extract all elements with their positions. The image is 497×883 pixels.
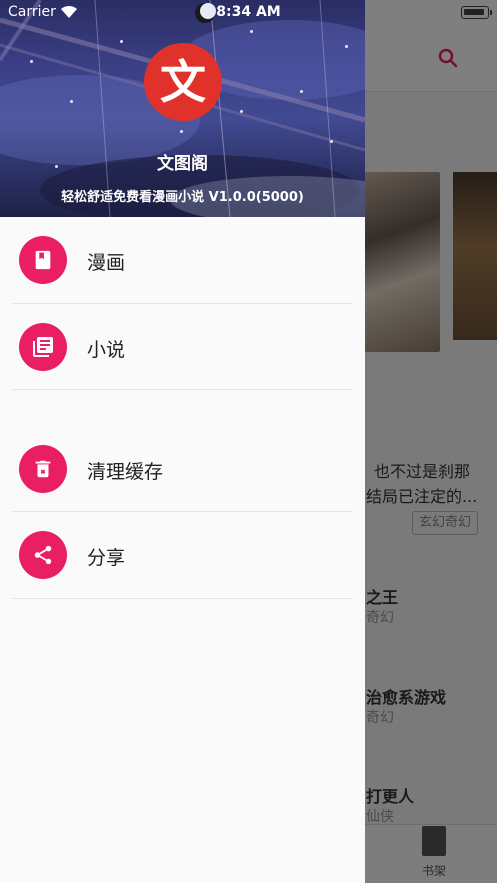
menu-item-clear-cache[interactable]: 清理缓存: [0, 426, 365, 512]
battery-tip: [490, 10, 492, 15]
app-logo: 文: [144, 43, 222, 121]
navigation-drawer: 文 文图阁 轻松舒适免费看漫画小说 V1.0.0(5000) 漫画 小说 清理缓…: [0, 0, 365, 883]
app-name: 文图阁: [157, 154, 208, 174]
battery-icon: [461, 6, 489, 19]
menu-item-label: 漫画: [87, 252, 126, 274]
menu-item-label: 小说: [87, 339, 126, 361]
divider: [12, 389, 353, 390]
delete-icon: [19, 445, 67, 493]
menu-item-label: 分享: [87, 547, 126, 569]
clock: 8:34 AM: [216, 4, 281, 20]
menu-item-label: 清理缓存: [87, 461, 164, 483]
drawer-header: 文 文图阁 轻松舒适免费看漫画小说 V1.0.0(5000): [0, 0, 365, 217]
app-version-description: 轻松舒适免费看漫画小说 V1.0.0(5000): [61, 190, 304, 205]
divider: [12, 598, 353, 599]
status-bar: Carrier 8:34 AM: [0, 0, 497, 24]
menu-item-comics[interactable]: 漫画: [0, 217, 365, 303]
book-icon: [19, 236, 67, 284]
share-icon: [19, 531, 67, 579]
logo-glyph: 文: [160, 55, 206, 109]
menu-item-novels[interactable]: 小说: [0, 304, 365, 390]
library-books-icon: [19, 323, 67, 371]
menu-item-share[interactable]: 分享: [0, 512, 365, 598]
